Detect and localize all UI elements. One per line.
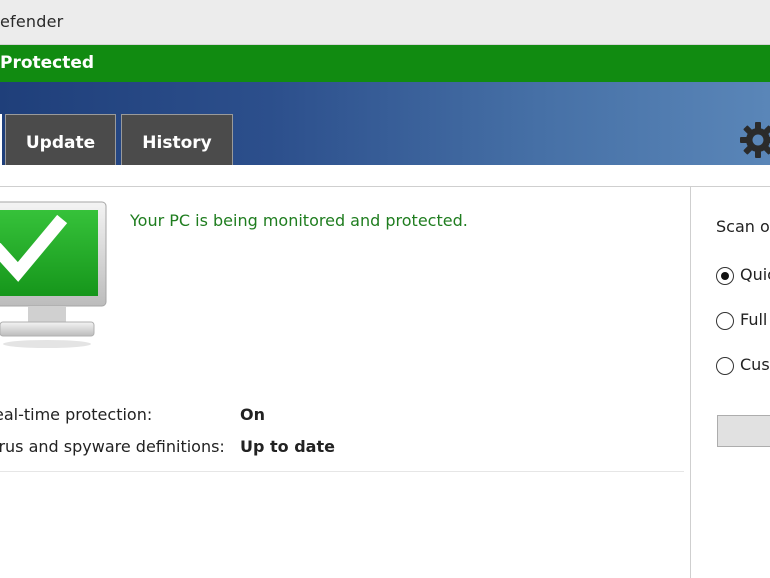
tab-home[interactable] [0, 114, 2, 165]
details-divider [0, 471, 684, 472]
realtime-protection-label: eal-time protection: [0, 405, 153, 424]
monitor-check-icon [0, 201, 107, 348]
tab-update[interactable]: Update [5, 114, 116, 165]
scan-now-button[interactable] [717, 415, 770, 447]
tab-history[interactable]: History [121, 114, 233, 165]
radio-full-scan[interactable] [716, 312, 734, 330]
realtime-protection-value: On [240, 405, 265, 424]
tab-strip: Update History [0, 82, 770, 165]
window-title: efender [0, 12, 64, 31]
title-bar: efender [0, 0, 770, 45]
radio-full-scan-label[interactable]: Full [740, 310, 767, 329]
status-banner: Protected [0, 45, 770, 82]
definitions-label: irus and spyware definitions: [0, 437, 225, 456]
radio-quick-scan[interactable] [716, 267, 734, 285]
content-top-border [0, 186, 690, 187]
sidebar-top-border [690, 186, 770, 187]
radio-quick-scan-label[interactable]: Quic [740, 265, 770, 284]
protection-headline: Your PC is being monitored and protected… [130, 211, 468, 230]
definitions-value: Up to date [240, 437, 335, 456]
radio-custom-scan-label[interactable]: Cust [740, 355, 770, 374]
status-text: Protected [0, 53, 95, 73]
panel-divider [690, 186, 691, 578]
radio-custom-scan[interactable] [716, 357, 734, 375]
scan-options-title: Scan op [716, 217, 770, 236]
gear-icon[interactable] [738, 120, 770, 160]
